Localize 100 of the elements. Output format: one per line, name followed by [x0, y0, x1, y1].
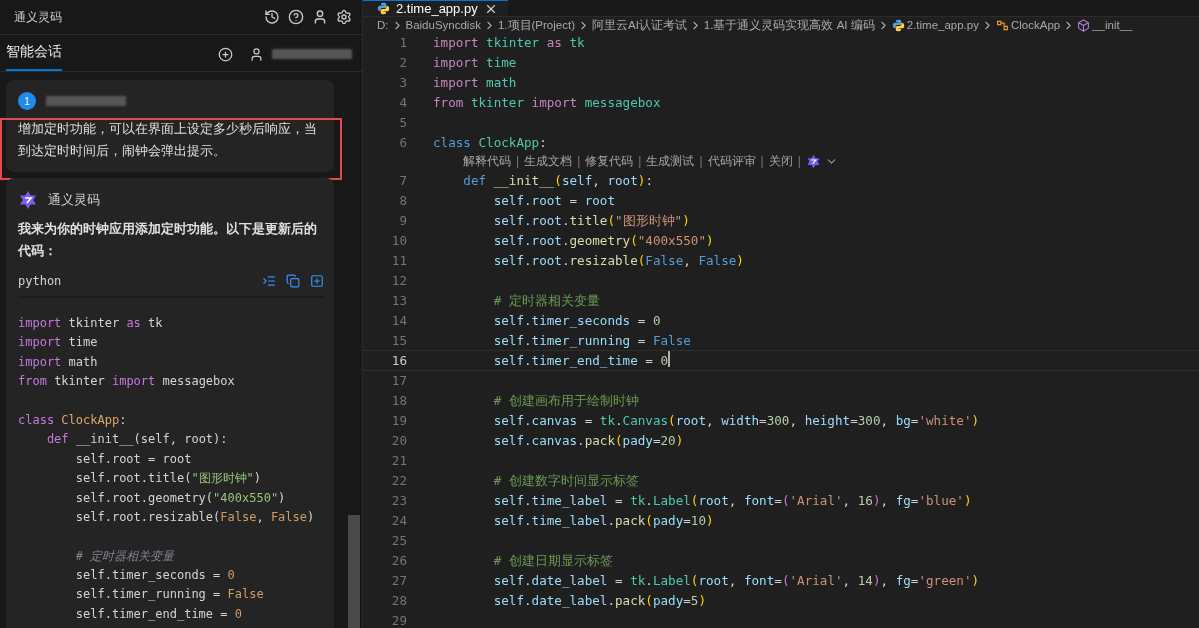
line-number: 27: [390, 572, 408, 590]
line-number: 12: [390, 272, 408, 290]
code-line: self.root = root: [492, 192, 615, 210]
breadcrumb-item[interactable]: ClockApp: [1010, 17, 1061, 33]
separator: |: [576, 153, 582, 170]
line-number: 10: [390, 232, 408, 250]
code-line: # 定时器相关变量: [74, 548, 175, 563]
line-number: 16: [390, 352, 408, 370]
breadcrumb-item[interactable]: 阿里云AI认证考试: [592, 17, 687, 33]
line-number: 13: [390, 292, 408, 310]
line-number: 17: [390, 372, 408, 390]
line-number: 29: [390, 612, 408, 628]
code-line: self.timer_end_time = 0: [492, 352, 669, 370]
python-file-icon: [891, 18, 905, 32]
code-line: self.canvas.pack(pady=20): [492, 432, 684, 450]
codelens-action[interactable]: 生成文档: [524, 152, 573, 171]
codelens-action[interactable]: 生成测试: [646, 152, 695, 171]
line-number: 19: [390, 412, 408, 430]
copy-icon[interactable]: [286, 274, 300, 288]
line-number: 6: [398, 134, 408, 152]
line-number: 23: [390, 492, 408, 510]
code-line: self.date_label = tk.Label(root, font=('Arial', 14), fg='green'): [492, 572, 980, 590]
breadcrumb-item[interactable]: 1.项目(Project): [497, 17, 575, 33]
line-number: 24: [390, 512, 408, 530]
text-cursor: [668, 351, 671, 367]
user-icon[interactable]: [249, 47, 264, 62]
separator: |: [759, 153, 765, 170]
code-line: def __init__(self, root):: [462, 172, 653, 190]
line-number: 20: [390, 432, 408, 450]
line-number: 4: [398, 94, 408, 112]
line-number: 8: [398, 192, 408, 210]
code-line: self.root.geometry("400x550"): [74, 490, 286, 505]
separator: |: [698, 153, 704, 170]
code-line: import time: [433, 54, 517, 72]
breadcrumb-item[interactable]: 1.基于通义灵码实现高效 AI 编码: [703, 17, 875, 33]
code-line: self.canvas = tk.Canvas(root, width=300, height=300, bg='white'): [492, 412, 980, 430]
line-number: 22: [390, 472, 408, 490]
line-number: 14: [390, 312, 408, 330]
codelens-action[interactable]: 关闭: [768, 152, 793, 171]
code-line: import tkinter as tk: [433, 34, 585, 52]
python-file-icon: [377, 2, 390, 15]
panel-title: 通义灵码: [14, 8, 63, 26]
code-line: import time: [18, 335, 98, 350]
code-line: class ClockApp:: [433, 134, 547, 152]
codelens-action[interactable]: 解释代码: [463, 152, 511, 171]
history-icon[interactable]: [264, 9, 280, 25]
code-line: import math: [433, 74, 517, 92]
class-icon: [995, 18, 1009, 32]
code-line: self.time_label.pack(pady=10): [492, 512, 714, 530]
breadcrumb-item[interactable]: 2.time_app.py: [906, 17, 979, 33]
code-line: from tkinter import messagebox: [18, 374, 235, 389]
code-line: self.timer_seconds = 0: [492, 312, 661, 330]
cube-icon: [1077, 18, 1091, 32]
chat-tab[interactable]: 智能会话: [6, 43, 62, 71]
breadcrumb-item[interactable]: BaiduSyncdisk: [405, 17, 481, 33]
code-line: self.root.title("图形时钟"): [492, 212, 690, 230]
separator: |: [637, 153, 643, 170]
line-number: 11: [390, 252, 408, 270]
line-number: 26: [390, 552, 408, 570]
line-number: 1: [398, 34, 408, 52]
line-number: 28: [390, 592, 408, 610]
code-line: self.root = root: [74, 451, 192, 466]
breadcrumb-item[interactable]: __init__: [1092, 17, 1133, 33]
settings-icon[interactable]: [336, 9, 352, 25]
code-line: # 定时器相关变量: [492, 292, 600, 310]
line-number: 15: [390, 332, 408, 350]
star-logo-icon: [18, 190, 38, 210]
code-line: self.timer_end_time = 0: [74, 606, 242, 621]
code-line: # 创建日期显示标签: [492, 552, 613, 570]
code-line: self.root.resizable(False, False): [492, 252, 744, 270]
code-line: import tkinter as tk: [18, 316, 163, 330]
new-chat-icon[interactable]: [218, 47, 233, 62]
line-number: 2: [398, 54, 408, 72]
line-number: 9: [398, 212, 408, 230]
code-line: self.timer_running = False: [492, 332, 691, 350]
codelens-action[interactable]: 代码评审: [707, 152, 756, 171]
message-index: 1: [18, 92, 36, 110]
code-line: self.root.geometry("400x550"): [492, 232, 714, 250]
assistant-name: 通义灵码: [48, 191, 100, 209]
insert-icon[interactable]: [262, 274, 276, 288]
line-number: 21: [390, 452, 408, 470]
line-number: 18: [390, 392, 408, 410]
code-line: import math: [18, 354, 98, 369]
editor-tab[interactable]: 2.time_app.py: [363, 0, 508, 16]
new-file-icon[interactable]: [310, 274, 324, 288]
user-message: 增加定时功能，可以在界面上设定多少秒后响应，当到达定时时间后，闹钟会弹出提示。: [18, 120, 318, 160]
code-line: def __init__(self, root):: [45, 432, 228, 447]
code-line: class ClockApp:: [18, 412, 127, 427]
star-logo-icon: [805, 154, 821, 169]
help-icon[interactable]: [288, 9, 304, 25]
codelens-action[interactable]: 修复代码: [585, 152, 634, 171]
code-line: self.root.title("图形时钟"): [74, 471, 262, 486]
separator: |: [796, 153, 802, 170]
code-language: python: [18, 274, 63, 288]
code-line: # 创建数字时间显示标签: [492, 472, 639, 490]
code-line: self.root.resizable(False, False): [74, 509, 315, 524]
line-number: 25: [390, 532, 408, 550]
line-number: 3: [398, 74, 408, 92]
line-number: 7: [398, 172, 408, 190]
breadcrumb-item[interactable]: D:: [377, 17, 389, 33]
